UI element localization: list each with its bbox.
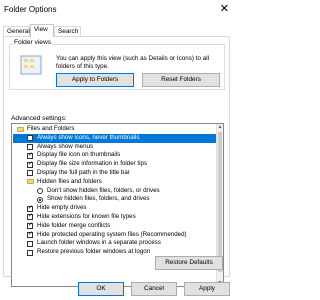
setting-label: Always show menus [37,142,94,150]
close-icon[interactable]: ✕ [220,2,229,16]
setting-label: Hidden files and folders [37,177,102,185]
setting-label: Always show icons, never thumbnails [37,133,140,141]
setting-label: Display file icon on thumbnails [37,151,121,159]
apply-button[interactable]: Apply [184,282,230,296]
settings-checkbox-row[interactable]: Hide protected operating system files (R… [13,230,217,240]
settings-group[interactable]: Files and Folders [13,125,217,134]
tab-view[interactable]: View [30,24,54,37]
radio-button[interactable] [37,196,43,203]
folder-icon [27,179,34,185]
checkbox[interactable] [27,212,33,221]
settings-radio-row[interactable]: Show hidden files, folders, and drives [13,195,217,204]
settings-checkbox-row[interactable]: Launch folder windows in a separate proc… [13,239,217,248]
apply-to-folders-button[interactable]: Apply to Folders [56,73,134,87]
view-tab-panel: Folder views You can apply this view (su… [3,36,230,287]
checkbox[interactable] [27,151,33,160]
cancel-button[interactable]: Cancel [131,282,177,296]
settings-checkbox-row[interactable]: Display the full path in the title bar [13,169,217,178]
settings-radio-row[interactable]: Don't show hidden files, folders, or dri… [13,187,217,196]
setting-label: Display the full path in the title bar [37,168,130,176]
checkbox[interactable] [27,170,33,177]
checkbox[interactable] [27,221,33,230]
folder-views-label: Folder views [13,39,53,46]
title-bar: Folder Options ✕ [0,0,233,20]
checkbox[interactable] [27,160,33,168]
setting-label: Files and Folders [27,125,75,132]
setting-label: Hide folder merge conflicts [37,221,111,229]
folder-views-description: You can apply this view (such as Details… [56,55,210,70]
settings-checkbox-row[interactable]: Hide folder merge conflicts [13,221,217,231]
restore-defaults-button[interactable]: Restore Defaults [155,256,223,270]
settings-checkbox-row[interactable]: Always show icons, never thumbnails [13,133,217,143]
folder-view-icon [20,55,42,75]
checkbox[interactable] [27,204,33,212]
setting-label: Hide extensions for known file types [37,212,136,220]
reset-folders-button[interactable]: Reset Folders [142,73,220,87]
checkbox[interactable] [27,144,33,151]
settings-checkbox-row[interactable]: Display file icon on thumbnails [13,151,217,160]
setting-label: Launch folder windows in a separate proc… [37,239,161,247]
checkbox[interactable] [27,240,33,247]
ok-button[interactable]: OK [78,282,124,296]
setting-label: Restore previous folder windows at logon [37,248,151,256]
settings-checkbox-row[interactable]: Always show menus [13,143,217,152]
folder-icon [17,126,24,132]
advanced-settings-tree: Files and Folders Always show icons, neve… [13,125,217,257]
advanced-settings-label: Advanced settings: [11,115,67,122]
checkbox[interactable] [27,135,33,142]
checkbox[interactable] [27,230,33,239]
folder-views-group: Folder views You can apply this view (su… [9,39,225,90]
settings-group[interactable]: Hidden files and folders [13,178,217,187]
setting-label: Hide empty drives [37,204,87,212]
setting-label: Hide protected operating system files (R… [37,230,187,238]
dialog-buttons: OK Cancel Apply [0,282,233,300]
settings-checkbox-row[interactable]: Hide extensions for known file types [13,212,217,222]
checkbox[interactable] [27,249,33,256]
scroll-thumb[interactable] [218,132,222,272]
window-title: Folder Options [4,5,57,14]
settings-checkbox-row[interactable]: Hide empty drives [13,204,217,213]
setting-label: Show hidden files, folders, and drives [47,195,150,203]
scroll-up-icon[interactable]: ▲ [217,124,223,130]
radio-button[interactable] [37,188,43,195]
settings-checkbox-row[interactable]: Display file size information in folder … [13,160,217,169]
setting-label: Display file size information in folder … [37,160,148,168]
setting-label: Don't show hidden files, folders, or dri… [47,186,160,194]
